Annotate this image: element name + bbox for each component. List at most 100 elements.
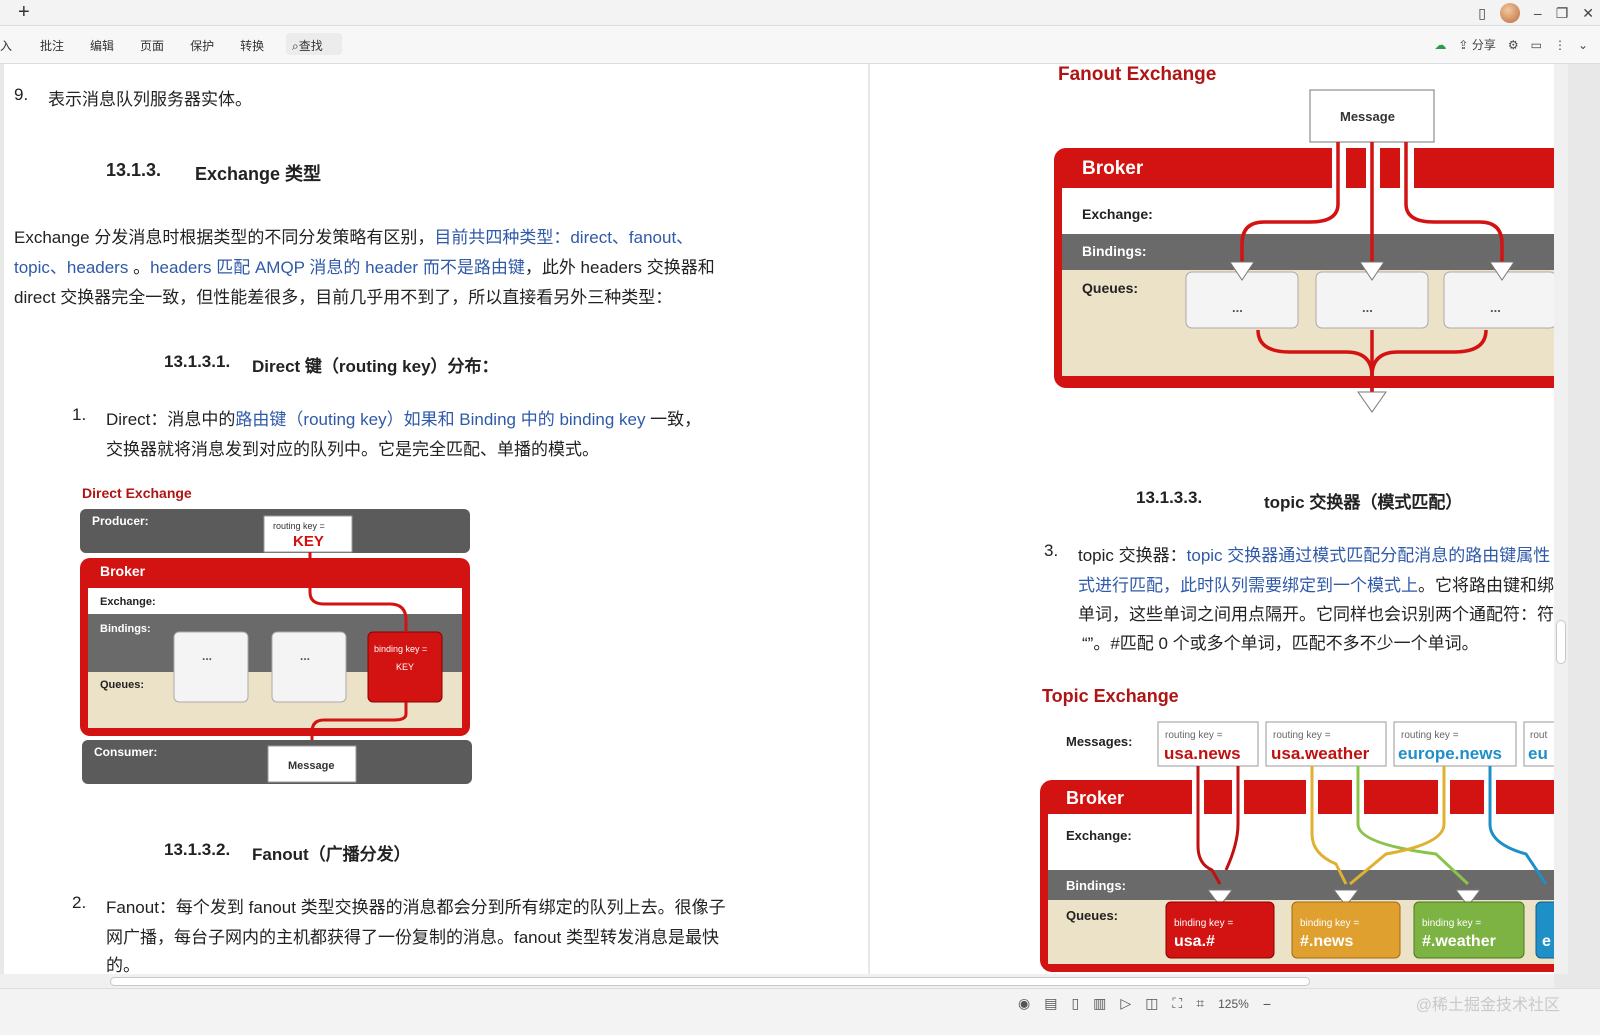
heading-title: Direct 键（routing key）分布：	[252, 357, 499, 376]
page-view-icon[interactable]: ▯	[1071, 995, 1079, 1012]
queue-box	[271, 631, 347, 703]
list-item-text: 的。	[106, 956, 140, 974]
list-number: 3.	[1044, 541, 1059, 560]
eye-icon[interactable]: ◉	[1018, 995, 1030, 1012]
settings-icon[interactable]: ⚙	[1508, 38, 1519, 52]
list-item-text: 网广播，每台子网内的主机都获得了一份复制的消息。fanout 类型转发消息是最快	[106, 928, 719, 947]
routing-key-label: routing key =	[1401, 730, 1459, 741]
status-bar: ◉ ▤ ▯ ▥ ▷ ◫ ⛶ ⌗ 125% − @稀土掘金技术社区	[0, 988, 1600, 1035]
queues-label: Queues:	[1066, 908, 1118, 923]
heading-title: Exchange 类型	[195, 164, 322, 184]
messages-label: Messages:	[1066, 734, 1132, 749]
play-icon[interactable]: ▷	[1120, 995, 1131, 1012]
two-page-view-icon[interactable]: ▥	[1093, 995, 1106, 1012]
list-number: 1.	[72, 405, 87, 424]
routing-key-value: europe.news	[1398, 744, 1502, 763]
heading-title: Fanout（广播分发）	[252, 845, 411, 864]
menu-page[interactable]: 页面	[140, 37, 164, 54]
cloud-sync-icon[interactable]: ☁	[1434, 38, 1446, 52]
paragraph-line: Exchange 分发消息时根据类型的不同分发策略有区别，目前共四种类型：dir…	[14, 228, 694, 247]
new-tab-button[interactable]: +	[18, 1, 30, 24]
horizontal-scroll-thumb[interactable]	[110, 977, 1310, 986]
topic-exchange-figure: Topic Exchange Messages: routing key = u…	[1040, 686, 1554, 972]
list-number: 2.	[72, 893, 87, 912]
paragraph-line: direct 交换器完全一致，但性能差很多，目前几乎用不到了，所以直接看另外三种…	[14, 288, 673, 307]
menu-insert[interactable]: 入	[0, 37, 12, 54]
list-item-text: topic 交换器：topic 交换器通过模式匹配分配消息的路由键属性	[1078, 546, 1551, 565]
close-button[interactable]: ✕	[1582, 5, 1594, 22]
routing-key-value: usa.weather	[1271, 744, 1370, 763]
menu-edit[interactable]: 编辑	[90, 37, 114, 54]
producer-label: Producer:	[92, 514, 149, 528]
consumer-message-label: Message	[288, 760, 334, 772]
menu-protect[interactable]: 保护	[190, 37, 214, 54]
output-arrow	[1357, 391, 1387, 413]
binding-key-label: binding key =	[1174, 918, 1233, 929]
heading-number: 13.1.3.1.	[164, 352, 231, 371]
watermark-text: @稀土掘金技术社区	[1415, 997, 1560, 1014]
list-item-text: Direct：消息中的路由键（routing key）如果和 Binding 中…	[106, 410, 702, 429]
routing-key-value: KEY	[293, 533, 324, 550]
routing-key-label: rout	[1530, 730, 1547, 741]
fit-width-icon[interactable]: ◫	[1145, 995, 1158, 1012]
binding-key-label: binding key =	[1422, 918, 1481, 929]
routing-key-label: routing key =	[1273, 730, 1331, 741]
document-page-left: 9. 表示消息队列服务器实体。 13.1.3. Exchange 类型 Exch…	[4, 64, 868, 974]
list-item-text: 表示消息队列服务器实体。	[48, 90, 252, 109]
search-icon: ⌕	[292, 39, 299, 53]
queue-dots: ...	[300, 649, 310, 663]
routing-key-label: routing key =	[1165, 730, 1223, 741]
routing-key-value: usa.news	[1164, 744, 1241, 763]
list-item-text: 交换器就将消息发到对应的队列中。它是完全匹配、单播的模式。	[106, 440, 599, 459]
binding-key-label: binding key =	[374, 644, 427, 654]
figure-title: Topic Exchange	[1042, 686, 1179, 706]
crop-icon[interactable]: ⌗	[1196, 995, 1204, 1012]
vertical-scroll-thumb[interactable]	[1556, 620, 1566, 664]
exchange-label: Exchange:	[100, 596, 156, 608]
broker-label: Broker	[100, 563, 146, 579]
search-label: 查找	[298, 39, 323, 53]
list-item-text: 单词，这些单词之间用点隔开。它同样也会识别两个通配符：符	[1078, 605, 1554, 624]
menu-comment[interactable]: 批注	[40, 37, 64, 54]
page-layout-icon[interactable]: ▯	[1478, 5, 1486, 22]
paragraph-line: topic、headers 。headers 匹配 AMQP 消息的 heade…	[14, 258, 715, 277]
share-button[interactable]: ⇪ 分享	[1458, 36, 1495, 53]
menu-convert[interactable]: 转换	[240, 37, 264, 54]
queue-dots: ...	[1232, 300, 1243, 315]
binding-key-value: #.weather	[1422, 933, 1496, 950]
list-item-text: Fanout：每个发到 fanout 类型交换器的消息都会分到所有绑定的队列上去…	[106, 898, 726, 917]
document-page-right: Fanout Exchange Message Broker Exchange:…	[870, 64, 1554, 974]
exchange-label: Exchange:	[1066, 828, 1132, 843]
more-icon[interactable]: ⋮	[1554, 38, 1566, 52]
binding-key-value: usa.#	[1174, 933, 1215, 950]
chevron-down-icon[interactable]: ⌄	[1578, 38, 1588, 52]
heading-number: 13.1.3.2.	[164, 840, 231, 859]
restore-button[interactable]: ❐	[1556, 5, 1569, 22]
queue-dots: ...	[1362, 300, 1373, 315]
direct-exchange-figure: Direct Exchange Producer: routing key = …	[80, 485, 472, 784]
avatar[interactable]	[1499, 3, 1520, 23]
broker-label: Broker	[1082, 158, 1144, 179]
vertical-scrollbar[interactable]	[1554, 64, 1568, 974]
minimize-button[interactable]: –	[1534, 5, 1542, 21]
zoom-out-button[interactable]: −	[1263, 996, 1271, 1012]
single-page-view-icon[interactable]: ▤	[1044, 995, 1057, 1012]
heading-number: 13.1.3.3.	[1136, 488, 1203, 507]
binding-key-value: #.news	[1300, 933, 1353, 950]
fit-page-icon[interactable]: ⛶	[1172, 995, 1182, 1012]
binding-key-value: e	[1542, 933, 1551, 950]
zoom-level[interactable]: 125%	[1218, 997, 1249, 1011]
comment-icon[interactable]: ▭	[1531, 38, 1542, 52]
binding-key-label: binding key =	[1300, 918, 1359, 929]
binding-key-value: KEY	[396, 662, 414, 672]
queue-dots: ...	[202, 649, 212, 663]
search-button[interactable]: ⌕查找	[286, 33, 342, 55]
horizontal-scrollbar[interactable]	[0, 974, 1554, 988]
figure-title: Direct Exchange	[82, 485, 192, 501]
list-item-text: 式进行匹配，此时队列需要绑定到一个模式上。它将路由键和绑	[1078, 576, 1554, 595]
heading-number: 13.1.3.	[106, 160, 162, 180]
routing-key-value: eu	[1528, 744, 1548, 763]
exchange-label: Exchange:	[1082, 206, 1153, 222]
queues-label: Queues:	[1082, 280, 1138, 296]
queues-label: Queues:	[100, 679, 144, 691]
